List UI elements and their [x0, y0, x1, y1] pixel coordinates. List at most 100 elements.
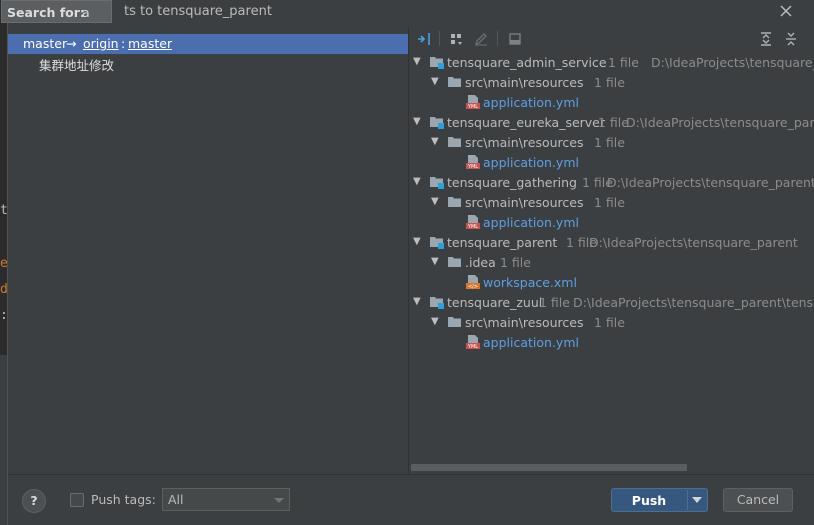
cancel-button[interactable]: Cancel — [723, 488, 793, 512]
chevron-down-icon[interactable]: ▼ — [413, 176, 423, 187]
module-path: D:\IdeaProjects\tensquare_parent\tensqua… — [651, 55, 814, 70]
module-path: D:\IdeaProjects\tensquare_parent\tensqua… — [573, 295, 814, 310]
chevron-down-icon[interactable]: ▼ — [413, 236, 423, 247]
file-name: application.yml — [483, 335, 579, 350]
close-icon[interactable] — [776, 1, 796, 21]
branch-row[interactable]: master → origin : master — [8, 34, 408, 54]
search-label: Search for: — [7, 5, 85, 20]
file-count: 1 file — [594, 195, 625, 210]
xml-file-icon: </> — [465, 274, 481, 290]
push-tags-label: Push tags: — [91, 492, 156, 507]
tree-module-row[interactable]: ▼ tensquare_eureka_server 1 file D:\Idea… — [409, 113, 814, 133]
push-tags-checkbox[interactable] — [70, 493, 84, 507]
chevron-down-icon[interactable]: ▼ — [431, 76, 441, 87]
tree-folder-row[interactable]: ▼ src\main\resources 1 file — [409, 73, 814, 93]
module-folder-icon — [429, 54, 445, 70]
folder-name: src\main\resources — [465, 315, 584, 330]
file-count: 1 file — [539, 295, 570, 310]
remote-link[interactable]: origin — [83, 36, 119, 51]
tree-file-row[interactable]: </> workspace.xml — [409, 273, 814, 293]
folder-icon — [447, 254, 463, 270]
push-button[interactable]: Push — [611, 488, 708, 512]
chevron-down-icon[interactable]: ▼ — [413, 296, 423, 307]
changed-files-pane: ▼ tensquare_admin_service 1 file D:\Idea… — [409, 27, 814, 474]
svg-text:YML: YML — [467, 164, 478, 170]
module-path: D:\IdeaProjects\tensquare_parent\tensqua… — [607, 175, 814, 190]
folder-icon — [447, 314, 463, 330]
svg-text:</>: </> — [468, 284, 478, 290]
module-folder-icon — [429, 114, 445, 130]
file-name: application.yml — [483, 155, 579, 170]
remote-branch-link[interactable]: master — [128, 36, 172, 51]
chevron-down-icon[interactable]: ▼ — [431, 316, 441, 327]
folder-icon — [447, 194, 463, 210]
module-name: tensquare_parent — [447, 235, 558, 250]
module-folder-icon — [429, 174, 445, 190]
file-count: 1 file — [608, 55, 639, 70]
folder-name: src\main\resources — [465, 75, 584, 90]
chevron-down-icon[interactable]: ▼ — [431, 136, 441, 147]
horizontal-scrollbar[interactable] — [411, 464, 687, 471]
collapse-arrows-icon[interactable] — [415, 30, 433, 48]
tree-module-row[interactable]: ▼ tensquare_admin_service 1 file D:\Idea… — [409, 53, 814, 73]
svg-text:YML: YML — [467, 104, 478, 110]
push-commits-dialog: ts to tensquare_parent Search for: a mas… — [1, 0, 814, 525]
svg-text:YML: YML — [467, 344, 478, 350]
folder-name: src\main\resources — [465, 195, 584, 210]
file-count: 1 file — [594, 315, 625, 330]
tree-folder-row[interactable]: ▼ .idea 1 file — [409, 253, 814, 273]
tags-select-value: All — [168, 492, 184, 507]
commit-message[interactable]: 集群地址修改 — [39, 55, 114, 74]
chevron-down-icon[interactable]: ▼ — [431, 196, 441, 207]
chevron-down-icon — [274, 498, 284, 503]
yml-file-icon: YML — [465, 334, 481, 350]
commit-details-icon[interactable] — [506, 30, 524, 48]
expand-all-icon[interactable] — [757, 30, 775, 48]
folder-name: .idea — [465, 255, 496, 270]
yml-file-icon: YML — [465, 154, 481, 170]
speed-search-popup: Search for: a — [1, 0, 112, 23]
tree-file-row[interactable]: YML application.yml — [409, 333, 814, 353]
dropdown-arrow-icon[interactable] — [692, 497, 702, 503]
module-folder-icon — [429, 294, 445, 310]
tree-folder-row[interactable]: ▼ src\main\resources 1 file — [409, 133, 814, 153]
file-count: 1 file — [594, 75, 625, 90]
tree-module-row[interactable]: ▼ tensquare_parent 1 file D:\IdeaProject… — [409, 233, 814, 253]
yml-file-icon: YML — [465, 94, 481, 110]
group-by-icon[interactable] — [448, 30, 466, 48]
file-count: 1 file — [594, 135, 625, 150]
module-name: tensquare_gathering — [447, 175, 577, 190]
edit-icon[interactable] — [472, 30, 490, 48]
svg-text:YML: YML — [467, 224, 478, 230]
folder-icon — [447, 134, 463, 150]
tree-module-row[interactable]: ▼ tensquare_gathering 1 file D:\IdeaProj… — [409, 173, 814, 193]
tree-folder-row[interactable]: ▼ src\main\resources 1 file — [409, 313, 814, 333]
tree-file-row[interactable]: YML application.yml — [409, 213, 814, 233]
file-name: application.yml — [483, 95, 579, 110]
search-input[interactable]: a — [82, 5, 90, 20]
file-name: workspace.xml — [483, 275, 577, 290]
file-name: application.yml — [483, 215, 579, 230]
dialog-footer: ? Push tags: All Push Cancel — [8, 474, 814, 525]
module-folder-icon — [429, 234, 445, 250]
tree-file-row[interactable]: YML application.yml — [409, 93, 814, 113]
collapse-all-icon[interactable] — [782, 30, 800, 48]
tree-folder-row[interactable]: ▼ src\main\resources 1 file — [409, 193, 814, 213]
help-button[interactable]: ? — [22, 489, 46, 513]
dialog-title: ts to tensquare_parent — [124, 4, 272, 19]
arrow-icon: → — [66, 36, 77, 51]
file-count: 1 file — [598, 115, 629, 130]
files-toolbar — [409, 27, 814, 51]
push-button-label: Push — [631, 493, 667, 508]
tree-module-row[interactable]: ▼ tensquare_zuul 1 file D:\IdeaProjects\… — [409, 293, 814, 313]
chevron-down-icon[interactable]: ▼ — [413, 56, 423, 67]
tags-select[interactable]: All — [162, 488, 290, 511]
commits-pane: master → origin : master 集群地址修改 — [8, 27, 408, 474]
local-branch: master — [23, 36, 68, 51]
chevron-down-icon[interactable]: ▼ — [431, 256, 441, 267]
module-path: D:\IdeaProjects\tensquare_parent — [589, 235, 798, 250]
module-name: tensquare_admin_service — [447, 55, 607, 70]
chevron-down-icon[interactable]: ▼ — [413, 116, 423, 127]
branch-separator: : — [121, 36, 126, 51]
tree-file-row[interactable]: YML application.yml — [409, 153, 814, 173]
